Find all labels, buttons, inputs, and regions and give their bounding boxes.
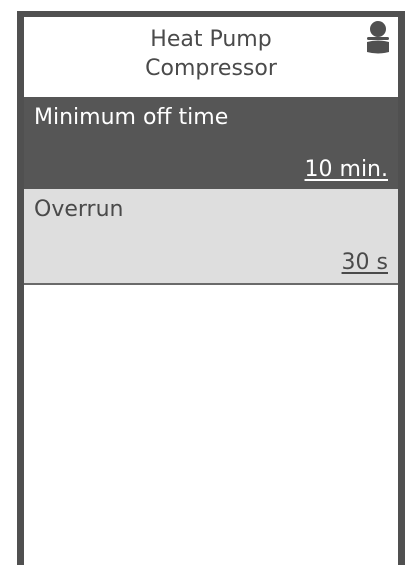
device-screen: Heat Pump Compressor Minimum off time 10…	[17, 11, 405, 565]
parameter-value[interactable]: 10 min.	[305, 157, 388, 182]
page-title-line2: Compressor	[145, 56, 277, 81]
parameter-row-overrun[interactable]: Overrun 30 s	[24, 189, 398, 285]
page-title-line1: Heat Pump	[150, 27, 272, 52]
parameter-label: Minimum off time	[34, 105, 229, 130]
parameter-value[interactable]: 30 s	[342, 250, 388, 275]
user-icon[interactable]	[365, 20, 391, 54]
screen-header: Heat Pump Compressor	[24, 17, 398, 95]
parameter-label: Overrun	[34, 197, 124, 222]
parameter-row-minimum-off-time[interactable]: Minimum off time 10 min.	[24, 97, 398, 189]
